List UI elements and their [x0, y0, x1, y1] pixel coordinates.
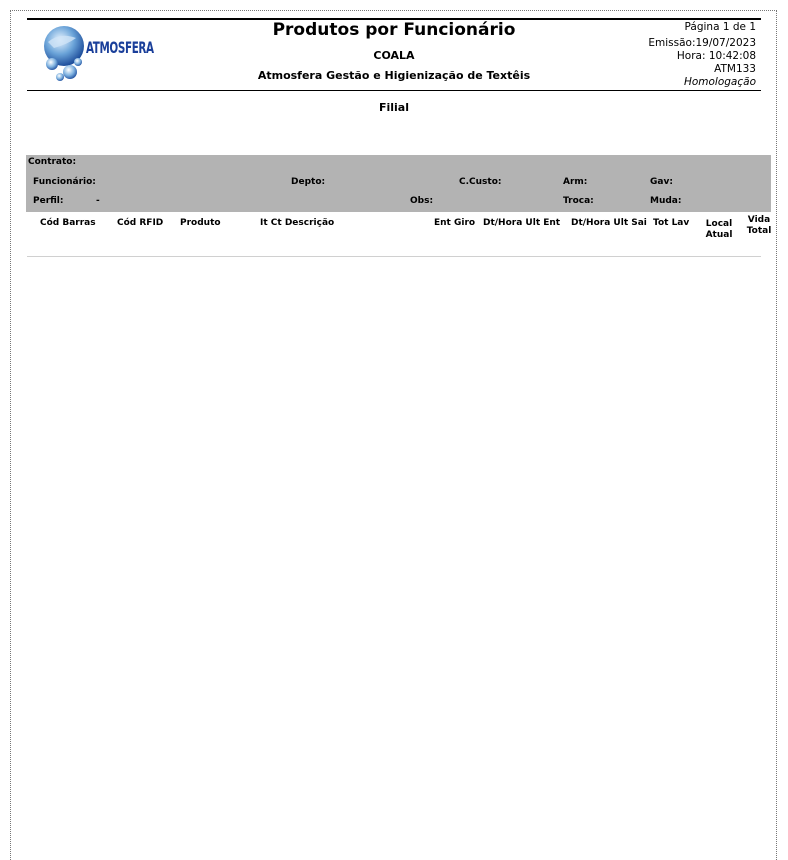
company-name: Atmosfera Gestão e Higienização de Textê… — [257, 69, 531, 82]
col-dt-hora-ult-ent: Dt/Hora Ult Ent — [483, 218, 561, 228]
logo-text: ATMOSFERA — [86, 38, 154, 57]
col-local-line2: Atual — [705, 230, 733, 240]
ccusto-label: C.Custo: — [459, 177, 502, 187]
depto-label: Depto: — [291, 177, 326, 187]
col-cod-barras: Cód Barras — [40, 218, 96, 228]
funcionario-label: Funcionário: — [33, 177, 96, 187]
col-local-atual: Local Atual — [702, 219, 736, 241]
perfil-label: Perfil: — [33, 196, 64, 206]
contrato-label: Contrato: — [28, 157, 77, 167]
emission-time: Hora: 10:42:08 — [676, 50, 756, 62]
col-produto: Produto — [180, 218, 221, 228]
report-subtitle: COALA — [373, 49, 415, 62]
obs-label: Obs: — [410, 196, 434, 206]
page-number: Página 1 de 1 — [684, 21, 756, 33]
col-cod-rfid: Cód RFID — [117, 218, 164, 228]
filial-label: Filial — [378, 101, 410, 114]
col-dt-hora-ult-sai: Dt/Hora Ult Sai — [571, 218, 647, 228]
emission-date: Emissão:19/07/2023 — [648, 37, 756, 49]
arm-label: Arm: — [563, 177, 588, 187]
page-border — [10, 10, 777, 860]
muda-label: Muda: — [650, 196, 682, 206]
col-it-ct-descricao: It Ct Descrição — [260, 218, 335, 228]
perfil-value: - — [96, 196, 100, 206]
col-local-line1: Local — [705, 219, 733, 229]
column-header-rule — [27, 256, 761, 257]
report-code: ATM133 — [714, 63, 756, 75]
troca-label: Troca: — [563, 196, 594, 206]
environment-label: Homologação — [683, 76, 756, 88]
col-vida-line2: Total — [746, 226, 772, 236]
col-tot-lav: Tot Lav — [653, 218, 690, 228]
col-ent-giro: Ent Giro — [434, 218, 476, 228]
group-header-band: Contrato: Funcionário: Depto: C.Custo: A… — [26, 155, 771, 212]
header-bottom-rule — [27, 90, 761, 91]
col-vida-line1: Vida — [747, 215, 771, 225]
col-vida-total: Vida Total — [743, 215, 775, 237]
report-title: Produtos por Funcionário — [272, 20, 516, 40]
gav-label: Gav: — [650, 177, 673, 187]
